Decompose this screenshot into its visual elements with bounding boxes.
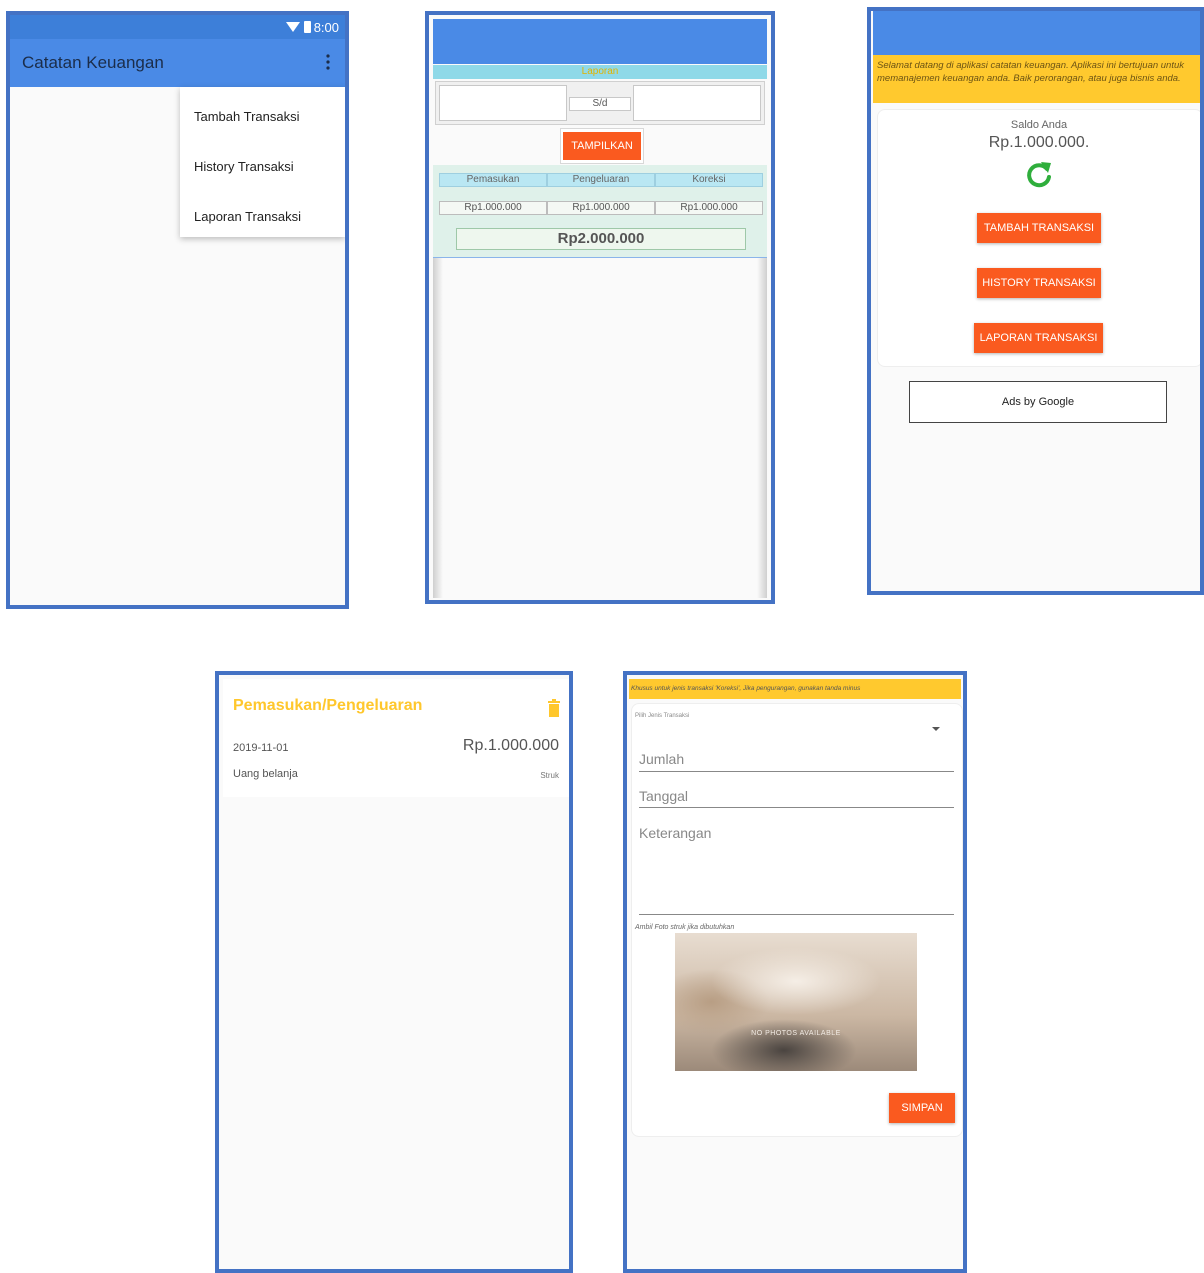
value-pemasukan: Rp1.000.000	[439, 201, 547, 215]
welcome-text: Selamat datang di aplikasi catatan keuan…	[877, 60, 1185, 84]
transaction-amount: Rp.1.000.000	[462, 737, 559, 754]
form-card	[631, 703, 963, 1137]
refresh-icon[interactable]	[1021, 157, 1057, 193]
status-time: 8:00	[313, 20, 339, 35]
history-transaksi-button[interactable]: HISTORY TRANSAKSI	[977, 268, 1101, 298]
phone-report-screen: Laporan S/d TAMPILKAN Pemasukan Pengelua…	[425, 11, 775, 604]
date-separator: S/d	[569, 97, 631, 111]
phone-history-screen: Pemasukan/Pengeluaran 2019-11-01 Rp.1.00…	[215, 671, 573, 1273]
report-total: Rp2.000.000	[456, 228, 746, 250]
header-koreksi: Koreksi	[655, 173, 763, 187]
right-shadow	[757, 258, 767, 598]
menu-item-laporan-transaksi[interactable]: Laporan Transaksi	[194, 209, 301, 224]
transaction-date: 2019-11-01	[233, 742, 289, 754]
show-report-button[interactable]: TAMPILKAN	[563, 132, 641, 160]
receipt-label[interactable]: Struk	[540, 771, 559, 780]
app-bar	[873, 11, 1200, 55]
overflow-menu: Tambah Transaksi History Transaksi Lapor…	[180, 87, 345, 237]
end-date-input[interactable]	[633, 85, 761, 121]
menu-item-history-transaksi[interactable]: History Transaksi	[194, 159, 294, 174]
header-pengeluaran: Pengeluaran	[547, 173, 655, 187]
phone-form-screen: Khusus untuk jenis transaksi 'Koreksi', …	[623, 671, 967, 1273]
jumlah-underline	[639, 771, 954, 772]
transaction-type-label: Pilih Jenis Transaksi	[635, 713, 690, 719]
photo-label: Ambil Foto struk jika dibutuhkan	[635, 924, 735, 931]
no-photo-text: NO PHOTOS AVAILABLE	[751, 1030, 841, 1037]
tanggal-field[interactable]: Tanggal	[639, 788, 688, 804]
app-bar	[433, 19, 767, 64]
transaction-type-title: Pemasukan/Pengeluaran	[233, 697, 423, 714]
keterangan-underline	[639, 914, 954, 915]
receipt-photo-placeholder[interactable]	[675, 933, 917, 1071]
correction-note-text: Khusus untuk jenis transaksi 'Koreksi', …	[631, 685, 861, 692]
phone-menu-screen: 8:00 Catatan Keuangan Tambah Transaksi H…	[6, 11, 349, 609]
trash-icon[interactable]	[547, 699, 561, 717]
tambah-transaksi-button[interactable]: TAMBAH TRANSAKSI	[977, 213, 1101, 243]
laporan-transaksi-button[interactable]: LAPORAN TRANSAKSI	[974, 323, 1103, 353]
header-pemasukan: Pemasukan	[439, 173, 547, 187]
jumlah-field[interactable]: Jumlah	[639, 751, 684, 767]
start-date-input[interactable]	[439, 85, 567, 121]
saldo-label: Saldo Anda	[1010, 119, 1068, 131]
report-title: Laporan	[581, 66, 619, 77]
app-title: Catatan Keuangan	[22, 53, 164, 72]
signal-battery-icon	[286, 21, 311, 33]
more-vert-icon[interactable]	[323, 53, 333, 71]
save-button[interactable]: SIMPAN	[889, 1093, 955, 1123]
saldo-value: Rp.1.000.000.	[988, 134, 1090, 151]
dropdown-arrow-icon[interactable]	[931, 725, 941, 733]
tanggal-underline	[639, 807, 954, 808]
phone-home-screen: Selamat datang di aplikasi catatan keuan…	[867, 7, 1204, 595]
ad-banner[interactable]: Ads by Google	[909, 381, 1167, 423]
value-koreksi: Rp1.000.000	[655, 201, 763, 215]
left-shadow	[433, 258, 443, 598]
value-pengeluaran: Rp1.000.000	[547, 201, 655, 215]
menu-item-tambah-transaksi[interactable]: Tambah Transaksi	[194, 109, 300, 124]
keterangan-field[interactable]: Keterangan	[639, 825, 711, 841]
transaction-description: Uang belanja	[233, 768, 298, 780]
